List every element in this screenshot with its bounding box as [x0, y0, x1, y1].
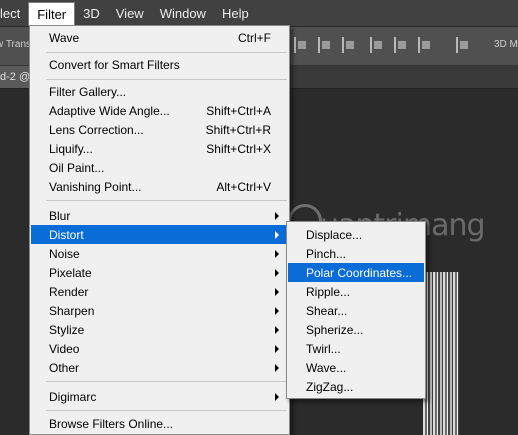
3d-mode-label[interactable]: 3D M [494, 39, 518, 50]
menu-item-stylize[interactable]: Stylize [31, 320, 288, 339]
submenu-arrow-icon [275, 393, 279, 401]
menu-item-shortcut: Alt+Ctrl+V [216, 179, 271, 194]
menu-item-label: Convert for Smart Filters [49, 57, 180, 72]
menu-item-blur[interactable]: Blur [31, 206, 288, 225]
menu-item-render[interactable]: Render [31, 282, 288, 301]
canvas-stripes-image [423, 272, 459, 435]
menu-item-label: Distort [49, 227, 84, 242]
menu-item-shortcut: Shift+Ctrl+A [206, 103, 271, 118]
submenu-arrow-icon [275, 364, 279, 372]
menu-item-convert-smart-filters[interactable]: Convert for Smart Filters [31, 55, 288, 74]
menu-view[interactable]: View [108, 0, 152, 26]
menu-item-label: Pixelate [49, 265, 92, 280]
menu-item-label: Wave [49, 30, 80, 45]
align-left-icon[interactable] [370, 37, 384, 53]
filter-menu: Wave Ctrl+F Convert for Smart Filters Fi… [29, 25, 290, 435]
menu-item-label: Render [49, 284, 89, 299]
menu-item-label: Sharpen [49, 303, 95, 318]
menu-separator [46, 381, 287, 382]
menu-item-shortcut: Shift+Ctrl+X [206, 141, 271, 156]
menu-item-shortcut: Ctrl+F [238, 30, 271, 45]
menu-item-label: Digimarc [49, 389, 97, 404]
align-vcenter-icon[interactable] [318, 37, 332, 53]
menu-item-distort[interactable]: Distort [31, 225, 288, 244]
submenu-item-pinch[interactable]: Pinch... [288, 244, 424, 263]
menu-item-label: Oil Paint... [49, 160, 105, 175]
menu-item-label: Stylize [49, 322, 85, 337]
menu-select[interactable]: lect [0, 0, 28, 26]
submenu-item-label: Pinch... [306, 246, 347, 261]
submenu-item-label: Shear... [306, 303, 348, 318]
menu-item-sharpen[interactable]: Sharpen [31, 301, 288, 320]
submenu-arrow-icon [275, 307, 279, 315]
menu-item-label: Browse Filters Online... [49, 416, 174, 431]
align-bottom-icon[interactable] [342, 37, 356, 53]
menu-item-browse-filters-online[interactable]: Browse Filters Online... [31, 414, 288, 433]
submenu-item-label: ZigZag... [306, 379, 354, 394]
submenu-arrow-icon [275, 212, 279, 220]
menu-filter[interactable]: Filter [28, 2, 76, 26]
submenu-item-label: Ripple... [306, 284, 351, 299]
submenu-item-polar-coordinates[interactable]: Polar Coordinates... [288, 263, 424, 282]
menu-item-pixelate[interactable]: Pixelate [31, 263, 288, 282]
align-distribute-icons [292, 37, 492, 55]
submenu-arrow-icon [275, 231, 279, 239]
menu-item-label: Other [49, 360, 80, 375]
submenu-item-wave[interactable]: Wave... [288, 358, 424, 377]
menu-item-label: Noise [49, 246, 80, 261]
menu-item-label: Liquify... [49, 141, 93, 156]
menu-help[interactable]: Help [214, 0, 257, 26]
submenu-arrow-icon [275, 345, 279, 353]
menu-item-label: Vanishing Point... [49, 179, 142, 194]
menu-item-filter-gallery[interactable]: Filter Gallery... [31, 82, 288, 101]
distribute-icon[interactable] [456, 37, 470, 53]
align-top-icon[interactable] [294, 37, 308, 53]
submenu-item-label: Spherize... [306, 322, 364, 337]
menu-item-label: Blur [49, 208, 71, 223]
submenu-arrow-icon [275, 326, 279, 334]
submenu-arrow-icon [275, 250, 279, 258]
menu-separator [46, 200, 287, 201]
menu-item-shortcut: Shift+Ctrl+R [205, 122, 271, 137]
submenu-item-label: Twirl... [306, 341, 341, 356]
menu-separator [46, 410, 287, 411]
submenu-item-shear[interactable]: Shear... [288, 301, 424, 320]
menu-item-noise[interactable]: Noise [31, 244, 288, 263]
menu-item-label: Lens Correction... [49, 122, 144, 137]
menu-item-label: Adaptive Wide Angle... [49, 103, 170, 118]
menu-item-video[interactable]: Video [31, 339, 288, 358]
menu-item-vanishing-point[interactable]: Vanishing Point... Alt+Ctrl+V [31, 177, 288, 196]
show-transform-label[interactable]: w Trans [0, 39, 31, 50]
submenu-item-label: Polar Coordinates... [306, 265, 413, 280]
menu-bar: lect Filter 3D View Window Help [0, 0, 518, 27]
menu-item-last-filter[interactable]: Wave Ctrl+F [31, 28, 288, 47]
submenu-item-label: Displace... [306, 227, 363, 242]
submenu-item-ripple[interactable]: Ripple... [288, 282, 424, 301]
submenu-item-label: Wave... [306, 360, 347, 375]
submenu-item-zigzag[interactable]: ZigZag... [288, 377, 424, 396]
menu-item-label: Filter Gallery... [49, 84, 127, 99]
menu-item-oil-paint[interactable]: Oil Paint... [31, 158, 288, 177]
menu-item-liquify[interactable]: Liquify... Shift+Ctrl+X [31, 139, 288, 158]
menu-item-other[interactable]: Other [31, 358, 288, 377]
align-right-icon[interactable] [418, 37, 432, 53]
menu-separator [46, 52, 287, 53]
distort-submenu: Displace... Pinch... Polar Coordinates..… [286, 221, 426, 399]
menu-window[interactable]: Window [152, 0, 214, 26]
menu-item-lens-correction[interactable]: Lens Correction... Shift+Ctrl+R [31, 120, 288, 139]
menu-item-label: Video [49, 341, 80, 356]
submenu-arrow-icon [275, 288, 279, 296]
menu-item-adaptive-wide-angle[interactable]: Adaptive Wide Angle... Shift+Ctrl+A [31, 101, 288, 120]
align-hcenter-icon[interactable] [394, 37, 408, 53]
menu-3d[interactable]: 3D [75, 0, 108, 26]
submenu-arrow-icon [275, 269, 279, 277]
submenu-item-twirl[interactable]: Twirl... [288, 339, 424, 358]
menu-separator [46, 79, 287, 80]
menu-item-digimarc[interactable]: Digimarc [31, 387, 288, 406]
submenu-item-displace[interactable]: Displace... [288, 225, 424, 244]
submenu-item-spherize[interactable]: Spherize... [288, 320, 424, 339]
